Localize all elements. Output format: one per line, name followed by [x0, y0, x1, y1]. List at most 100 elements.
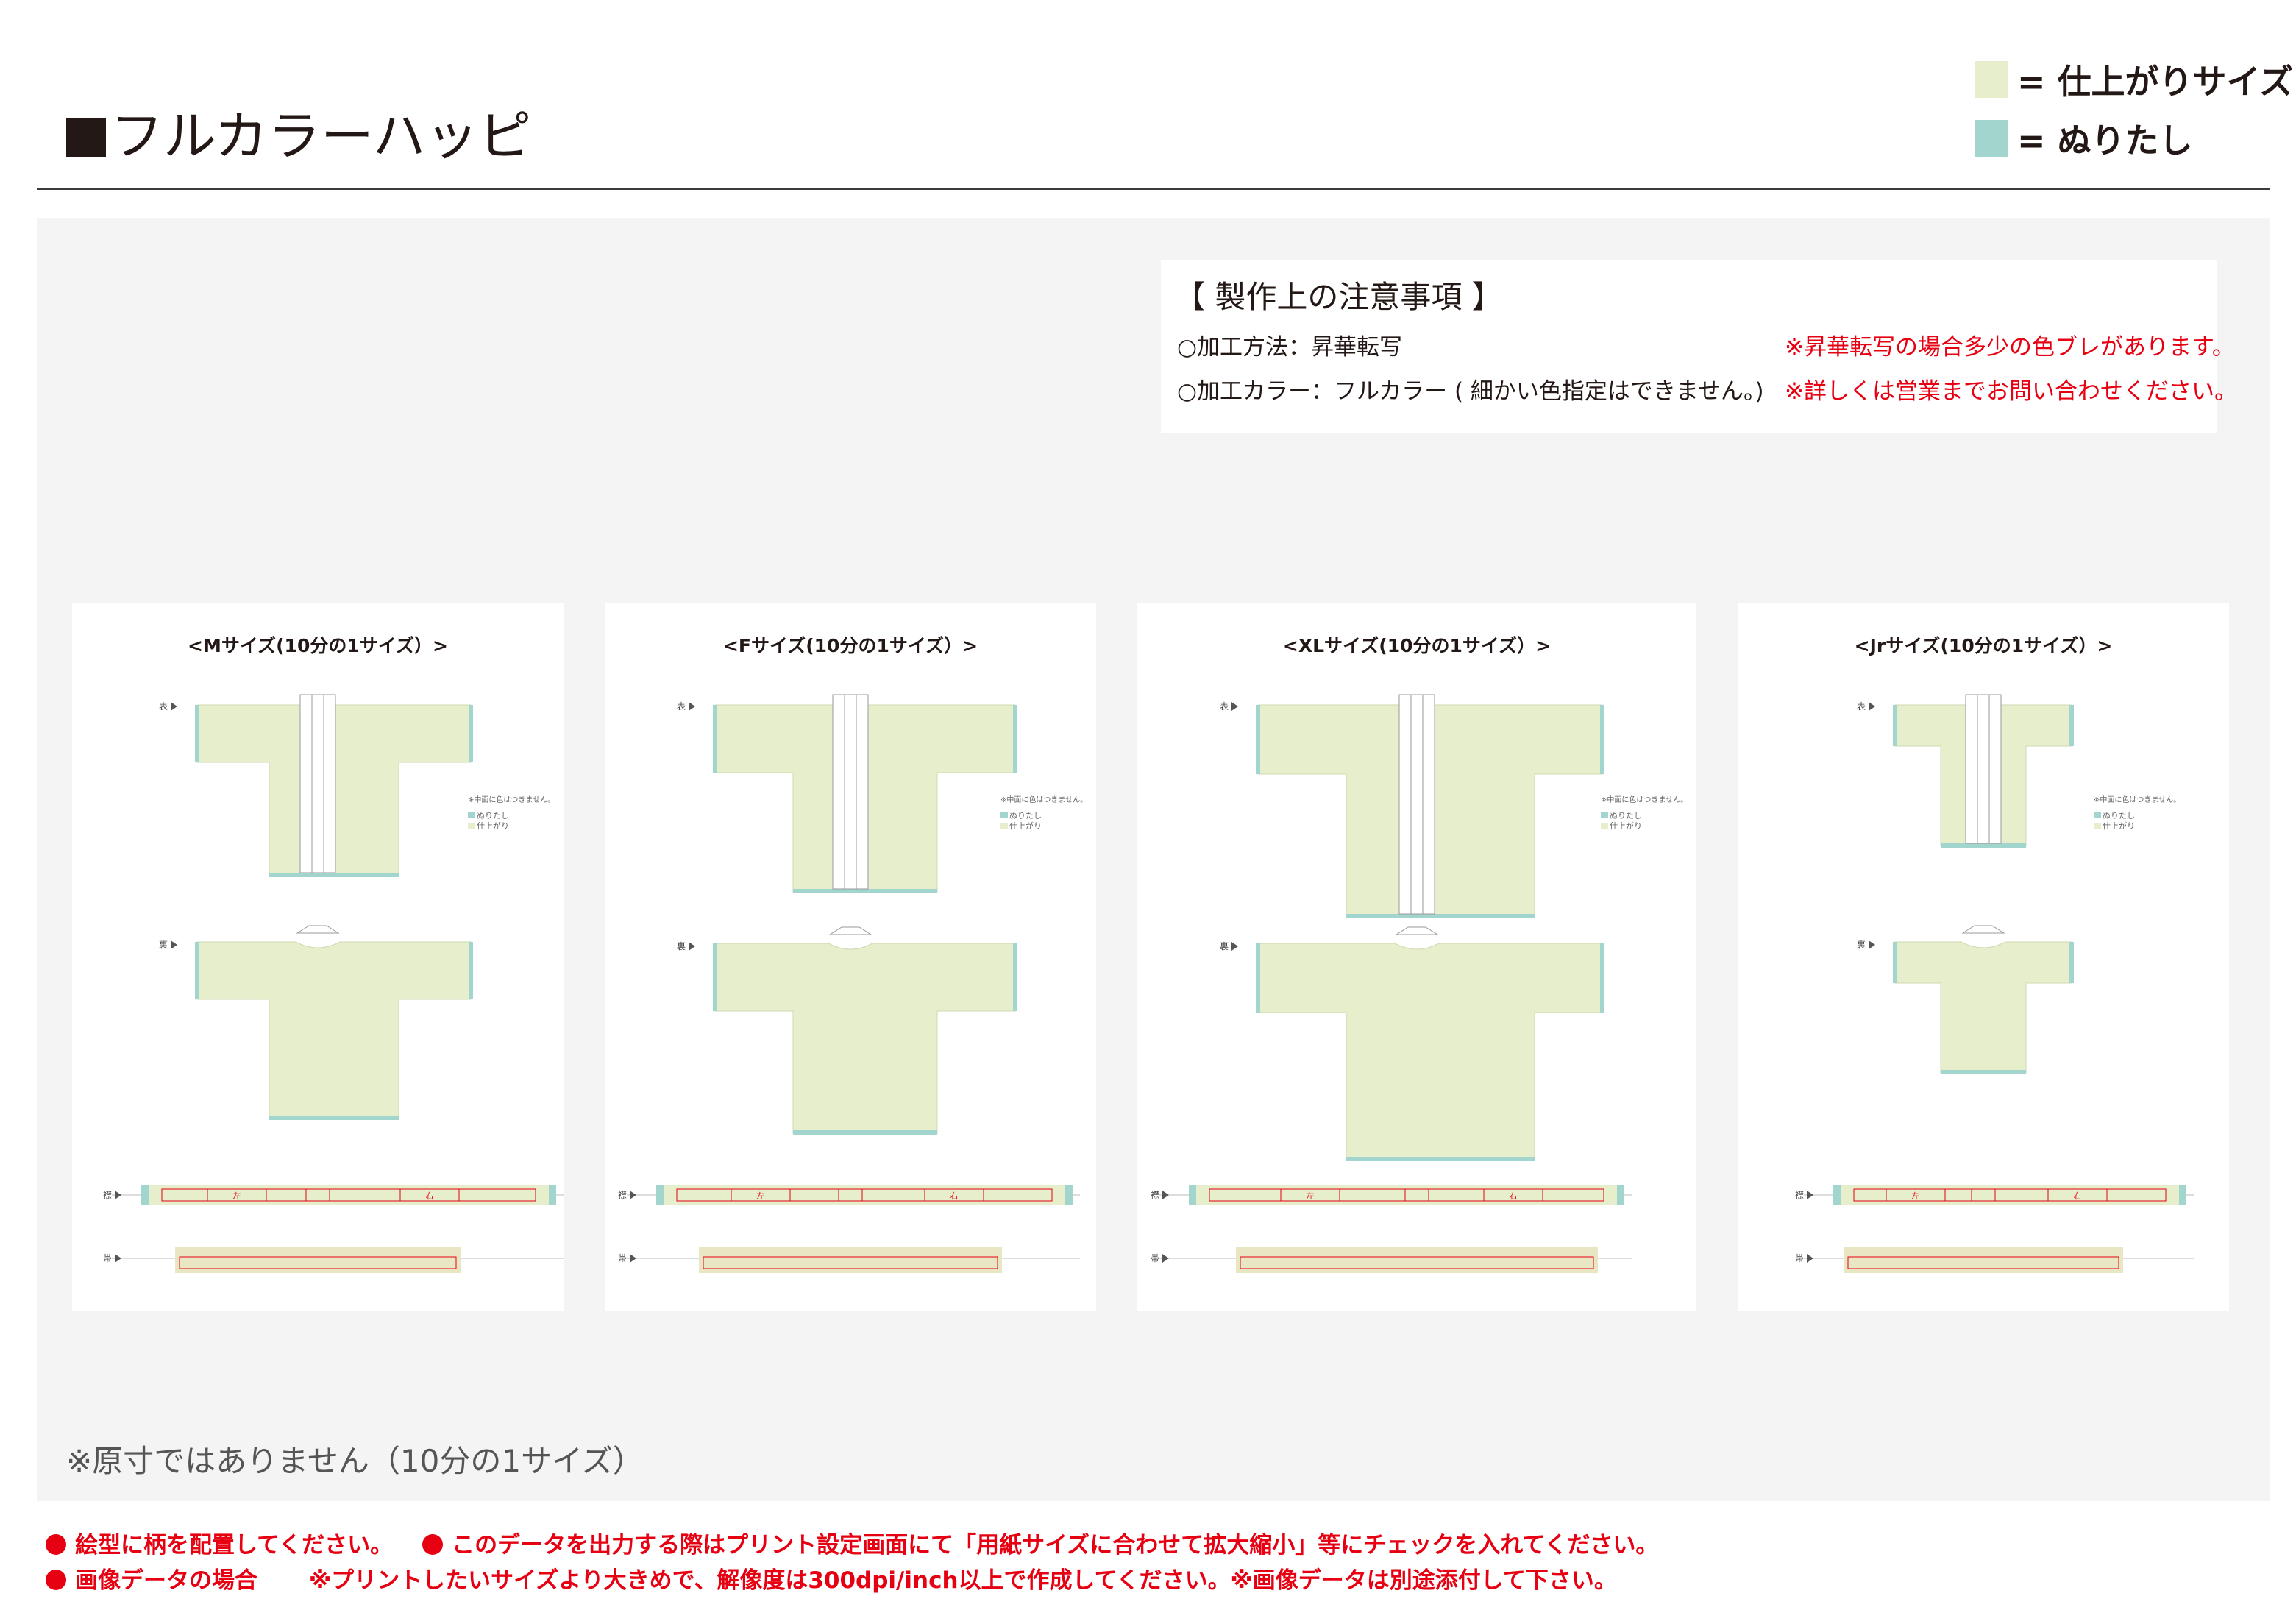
- inner-note: ※中面に色はつきません。: [468, 795, 555, 804]
- inner-note: ※中面に色はつきません。: [2094, 795, 2181, 804]
- left-mark: 左: [233, 1191, 241, 1201]
- right-mark: 右: [1510, 1191, 1518, 1201]
- bleed-edge: [1833, 1185, 1841, 1205]
- arrow-icon: [1869, 940, 1875, 949]
- collar-strip: [1965, 694, 2002, 844]
- pattern-diagram: 表 ※中面に色はつきません。ぬりたし仕上がり裏左 右 襟帯: [1151, 694, 1688, 1273]
- bleed-edge: [269, 1116, 399, 1120]
- size-card-xl: <XLサイズ(10分の1サイズ）> 表 ※中面に色はつきません。 ぬりたし 仕上がり裏…: [1137, 603, 1696, 1311]
- back-label: 裏: [159, 939, 168, 950]
- bleed-edge: [2069, 705, 2074, 746]
- collar-band: [1189, 1185, 1624, 1205]
- finish-swatch: [1601, 823, 1608, 829]
- arrow-icon: [1162, 1254, 1169, 1263]
- neck-tab: [1961, 925, 2005, 934]
- arrow-icon: [171, 940, 177, 949]
- page-title: フルカラーハッピ: [66, 103, 531, 169]
- right-mark: 右: [426, 1191, 434, 1201]
- warning-color-shift: ※昇華転写の場合多少の色ブレがあります。: [1785, 334, 2235, 361]
- collar-strip: [299, 694, 336, 873]
- belt-band: [699, 1247, 1002, 1273]
- inner-note: ※中面に色はつきません。: [1601, 795, 1688, 804]
- left-mark: 左: [1912, 1191, 1920, 1201]
- bleed-edge: [1941, 1070, 2026, 1074]
- belt-label: 帯: [1151, 1253, 1159, 1263]
- collar-label: 襟: [1795, 1189, 1804, 1200]
- collar-label: 襟: [1151, 1189, 1159, 1200]
- front-label: 表: [1220, 701, 1229, 712]
- instruction-line-1: 絵型に柄を配置してください。 このデータを出力する際はプリント設定画面にて「用紙サ…: [46, 1531, 1658, 1560]
- front-label: 表: [677, 701, 686, 712]
- bleed-edge: [793, 1130, 937, 1135]
- bleed-edge: [713, 705, 717, 773]
- belt-label: 帯: [1795, 1253, 1804, 1263]
- footnote: ※原寸ではありません（10分の1サイズ）: [66, 1443, 644, 1479]
- finish-swatch: [468, 823, 475, 829]
- inner-note: ※中面に色はつきません。: [1000, 795, 1087, 804]
- bleed-swatch: [1975, 120, 2008, 157]
- back-body: [196, 941, 472, 1119]
- belt-label: 帯: [103, 1253, 112, 1263]
- bleed-legend-label: ぬりたし: [1009, 811, 1042, 820]
- arrow-icon: [630, 1191, 636, 1199]
- arrow-icon: [1869, 702, 1875, 711]
- belt-band: [1844, 1247, 2123, 1273]
- belt-label: 帯: [618, 1253, 627, 1263]
- back-label: 裏: [1857, 939, 1866, 950]
- arrow-icon: [689, 702, 695, 711]
- bleed-edge: [1256, 705, 1260, 774]
- bullet-icon: [422, 1534, 444, 1555]
- bleed-edge: [469, 942, 473, 999]
- collar-label: 襟: [618, 1189, 627, 1200]
- note-color: ○加工カラー：フルカラー ( 細かい色指定はできません。): [1177, 378, 1764, 405]
- back-body: [1894, 941, 2072, 1074]
- bleed-edge: [1065, 1185, 1073, 1205]
- page-title-text: フルカラーハッピ: [110, 105, 532, 167]
- notes-title: 【 製作上の注意事項 】: [1174, 279, 1503, 315]
- instruction-print: このデータを出力する際はプリント設定画面にて「用紙サイズに合わせて拡大縮小」等に…: [452, 1532, 1659, 1559]
- size-card-m: <Mサイズ(10分の1サイズ）> 表 ※中面に色はつきません。 ぬりたし 仕上がり裏左…: [72, 603, 564, 1311]
- instruction-image-heading: 画像データの場合: [75, 1567, 257, 1594]
- instruction-image-detail: ※プリントしたいサイズより大きめで、解像度は300dpi/inch以上で作成して…: [309, 1567, 1617, 1594]
- bleed-edge: [1893, 942, 1897, 983]
- legend-finish-label: = 仕上がりサイズ: [2017, 62, 2294, 102]
- back-label: 裏: [677, 940, 686, 951]
- collar-strip: [832, 694, 869, 890]
- bleed-edge: [269, 873, 399, 877]
- collar-label: 襟: [103, 1189, 112, 1200]
- bleed-edge: [1617, 1185, 1624, 1205]
- collar-strip: [1398, 694, 1435, 915]
- bleed-edge: [1013, 943, 1017, 1011]
- bleed-swatch: [468, 812, 475, 818]
- pattern-diagram: 表 ※中面に色はつきません。ぬりたし仕上がり裏左 右 襟帯: [618, 694, 1087, 1273]
- bleed-edge: [1346, 914, 1535, 918]
- bleed-edge: [2179, 1185, 2186, 1205]
- bleed-edge: [195, 705, 199, 762]
- size-card-jr: <Jrサイズ(10分の1サイズ）> 表 ※中面に色はつきません。 ぬりたし 仕上がり裏…: [1738, 603, 2229, 1311]
- front-label: 表: [1857, 701, 1866, 712]
- back-body: [1257, 943, 1603, 1160]
- bleed-edge: [195, 942, 199, 999]
- bleed-edge: [1893, 705, 1897, 746]
- back-body: [714, 943, 1016, 1134]
- finish-legend-label: 仕上がり: [1610, 820, 1642, 831]
- bleed-swatch: [1601, 812, 1608, 818]
- title-square-icon: [66, 118, 106, 157]
- legend-finish: = 仕上がりサイズ: [1975, 56, 2293, 103]
- right-mark: 右: [2074, 1191, 2082, 1201]
- belt-band: [1236, 1247, 1598, 1273]
- bleed-edge: [1013, 705, 1017, 773]
- arrow-icon: [1807, 1254, 1813, 1263]
- bleed-swatch: [1000, 812, 1008, 818]
- finish-legend-label: 仕上がり: [477, 820, 509, 831]
- right-mark: 右: [950, 1191, 959, 1201]
- bleed-edge: [1600, 943, 1604, 1013]
- bleed-edge: [549, 1185, 556, 1205]
- arrow-icon: [630, 1254, 636, 1263]
- warning-contact-sales: ※詳しくは営業までお問い合わせください。: [1785, 378, 2237, 405]
- belt-band: [175, 1247, 461, 1273]
- instruction-line-2: 画像データの場合 ※プリントしたいサイズより大きめで、解像度は300dpi/inc…: [46, 1566, 1617, 1595]
- finish-legend-label: 仕上がり: [2103, 820, 2135, 831]
- note-method: ○加工方法：昇華転写: [1177, 334, 1403, 361]
- bleed-edge: [656, 1185, 664, 1205]
